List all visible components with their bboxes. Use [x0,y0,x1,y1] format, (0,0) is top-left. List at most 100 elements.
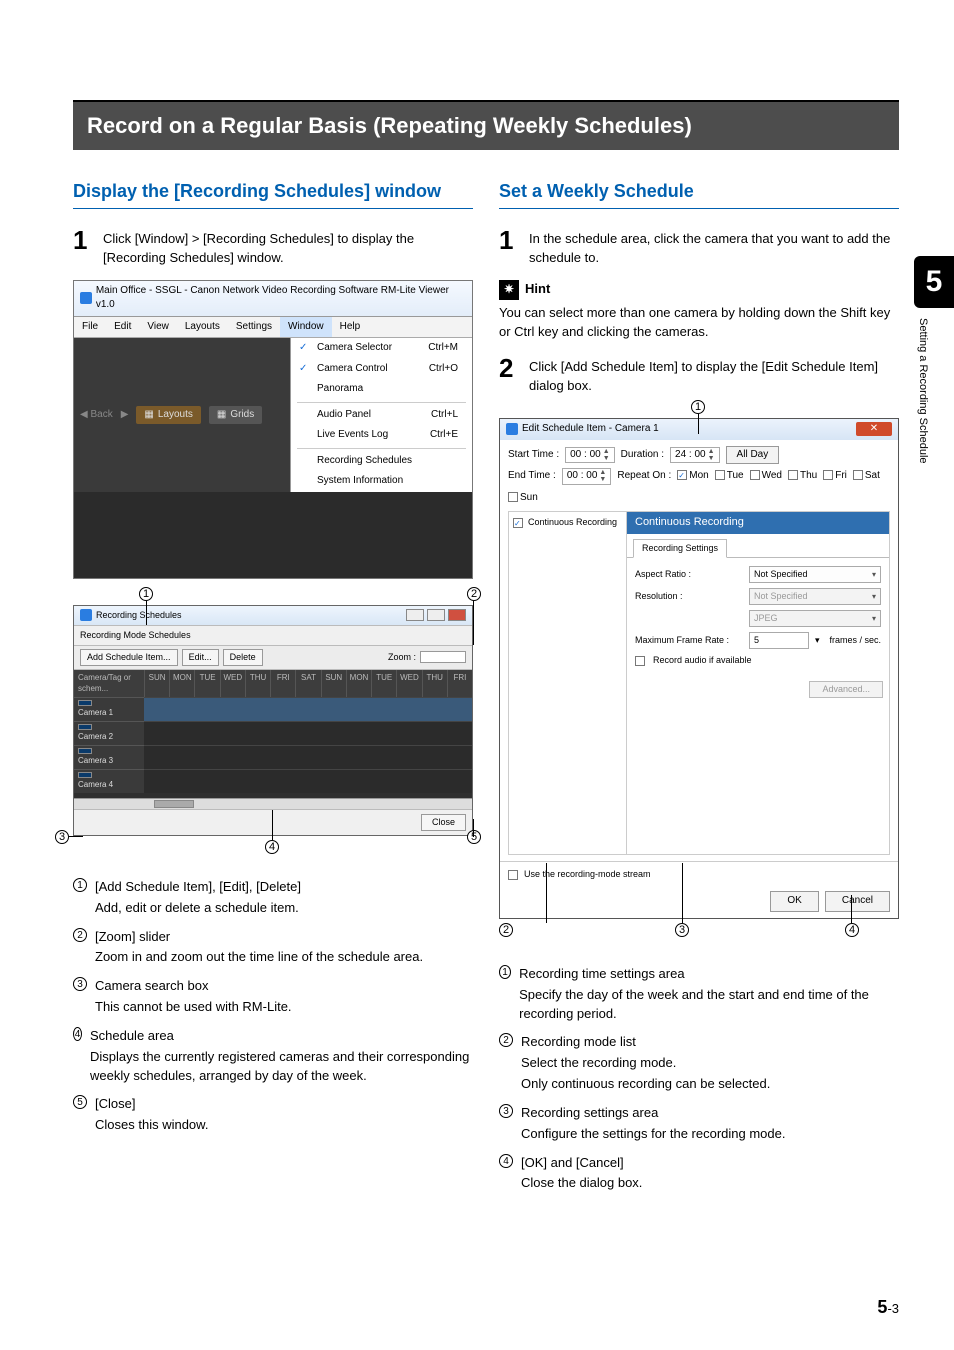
item-1-title: [Add Schedule Item], [Edit], [Delete] [95,878,301,897]
ok-button[interactable]: OK [770,891,818,912]
add-schedule-item-button[interactable]: Add Schedule Item... [80,649,178,666]
r-item-1-title: Recording time settings area [519,965,899,984]
day-tue[interactable]: Tue [715,469,744,484]
callout-3: 3 [55,830,69,844]
dialog-titlebar: Edit Schedule Item - Camera 1 ✕ [500,419,898,440]
r-item-1-desc: Specify the day of the week and the star… [519,986,899,1024]
app-window-screenshot: Main Office - SSGL - Canon Network Video… [73,280,473,579]
camera-2-track[interactable] [144,721,472,745]
grids-button[interactable]: ▦Grids [209,406,262,425]
all-day-button[interactable]: All Day [726,446,780,465]
step-text: Click [Add Schedule Item] to display the… [529,355,899,396]
start-time-input[interactable]: 00 : 00▲▼ [565,447,615,464]
r-item-3-desc: Configure the settings for the recording… [521,1125,785,1144]
app-viewport-dark [74,492,472,578]
repeat-on-label: Repeat On : [617,469,671,484]
video-format-select: JPEG▾ [749,610,881,627]
use-recording-mode-stream-checkbox[interactable]: Use the recording-mode stream [524,868,651,881]
r-item-2-title: Recording mode list [521,1033,770,1052]
nav-back[interactable]: ◀ Back [80,408,113,423]
menu-item-audio-panel[interactable]: Audio PanelCtrl+L [291,405,472,426]
window-menu-dropdown: ✓Camera SelectorCtrl+M ✓Camera ControlCt… [290,338,472,492]
item-3-desc: This cannot be used with RM-Lite. [95,998,292,1017]
callout-4: 4 [265,840,279,854]
duration-label: Duration : [621,448,664,463]
item-4-desc: Displays the currently registered camera… [90,1048,473,1086]
menu-item-camera-selector[interactable]: ✓Camera SelectorCtrl+M [291,338,472,359]
start-time-label: Start Time : [508,448,559,463]
day-mon[interactable]: Mon [677,469,708,484]
callout-4: 4 [845,923,859,937]
callout-2: 2 [467,587,481,601]
menubar: File Edit View Layouts Settings Window H… [74,317,472,339]
step-number: 1 [73,227,91,268]
callout-3: 3 [675,923,689,937]
schedule-area[interactable]: Camera/Tag or schem... SUNMONTUEWEDTHUFR… [74,670,472,798]
close-button[interactable]: Close [421,814,466,831]
camera-3-track[interactable] [144,745,472,769]
menu-item-camera-control[interactable]: ✓Camera ControlCtrl+O [291,359,472,380]
recording-settings-area: Continuous Recording Recording Settings … [627,512,889,854]
callout-2: 2 [499,923,513,937]
horizontal-scrollbar[interactable] [74,798,472,809]
item-2-desc: Zoom in and zoom out the time line of th… [95,948,423,967]
hint-text: You can select more than one camera by h… [499,304,899,342]
window-controls[interactable] [406,609,466,621]
edit-schedule-dialog: Edit Schedule Item - Camera 1 ✕ Start Ti… [499,418,899,919]
step-text: In the schedule area, click the camera t… [529,227,899,268]
menu-window[interactable]: Window [280,317,332,338]
dialog-close-button[interactable]: ✕ [856,422,892,436]
callout-1: 1 [139,587,153,601]
r-item-4-title: [OK] and [Cancel] [521,1154,642,1173]
day-fri[interactable]: Fri [823,469,847,484]
day-sat[interactable]: Sat [853,469,880,484]
chapter-side-label: Setting a Recording Schedule [914,308,942,464]
item-3-title: Camera search box [95,977,292,996]
zoom-slider[interactable] [420,651,466,663]
day-wed[interactable]: Wed [750,469,782,484]
menu-item-system-information[interactable]: System Information [291,471,472,492]
menu-item-recording-schedules[interactable]: Recording Schedules [291,451,472,472]
app-toolbar: ◀ Back ▶ ▦Layouts ▦Grids [74,338,290,492]
app-icon [80,292,92,304]
page-number: 5-3 [877,1294,899,1320]
menu-item-live-events-log[interactable]: Live Events LogCtrl+E [291,425,472,446]
r-item-2-desc: Select the recording mode. [521,1054,770,1073]
end-time-input[interactable]: 00 : 00▲▼ [562,468,612,485]
aspect-ratio-select[interactable]: Not Specified▾ [749,566,881,583]
recording-settings-tab[interactable]: Recording Settings [633,539,727,558]
camera-4-track[interactable] [144,769,472,793]
recording-mode-list[interactable]: Continuous Recording [509,512,627,854]
camera-1-track[interactable] [144,697,472,721]
item-5-desc: Closes this window. [95,1116,208,1135]
record-audio-checkbox[interactable]: Record audio if available [653,654,752,667]
zoom-label: Zoom : [388,651,416,664]
layouts-button[interactable]: ▦Layouts [136,406,200,425]
sched-subtitle: Recording Mode Schedules [74,625,472,646]
advanced-button: Advanced... [809,681,883,698]
nav-fwd[interactable]: ▶ [121,408,129,423]
delete-button[interactable]: Delete [223,649,263,666]
edit-button[interactable]: Edit... [182,649,219,666]
recording-schedules-window: Recording Schedules Recording Mode Sched… [73,605,473,836]
chapter-number: 5 [914,256,954,308]
day-thu[interactable]: Thu [788,469,817,484]
menu-view[interactable]: View [139,317,177,338]
menu-layouts[interactable]: Layouts [177,317,228,338]
end-time-label: End Time : [508,469,556,484]
duration-input[interactable]: 24 : 00▲▼ [670,447,720,464]
day-sun[interactable]: Sun [508,491,538,506]
hint-label: Hint [525,280,550,299]
chapter-side-tab: 5 Setting a Recording Schedule [914,256,954,456]
menu-edit[interactable]: Edit [106,317,139,338]
max-frame-rate-input[interactable]: 5 [749,632,809,649]
item-1-desc: Add, edit or delete a schedule item. [95,899,301,918]
menu-item-panorama[interactable]: Panorama [291,379,472,400]
menu-file[interactable]: File [74,317,106,338]
step-number: 2 [499,355,517,396]
menu-settings[interactable]: Settings [228,317,280,338]
cancel-button[interactable]: Cancel [825,891,890,912]
menu-help[interactable]: Help [332,317,369,338]
callout-1: 1 [691,400,705,414]
step-number: 1 [499,227,517,268]
